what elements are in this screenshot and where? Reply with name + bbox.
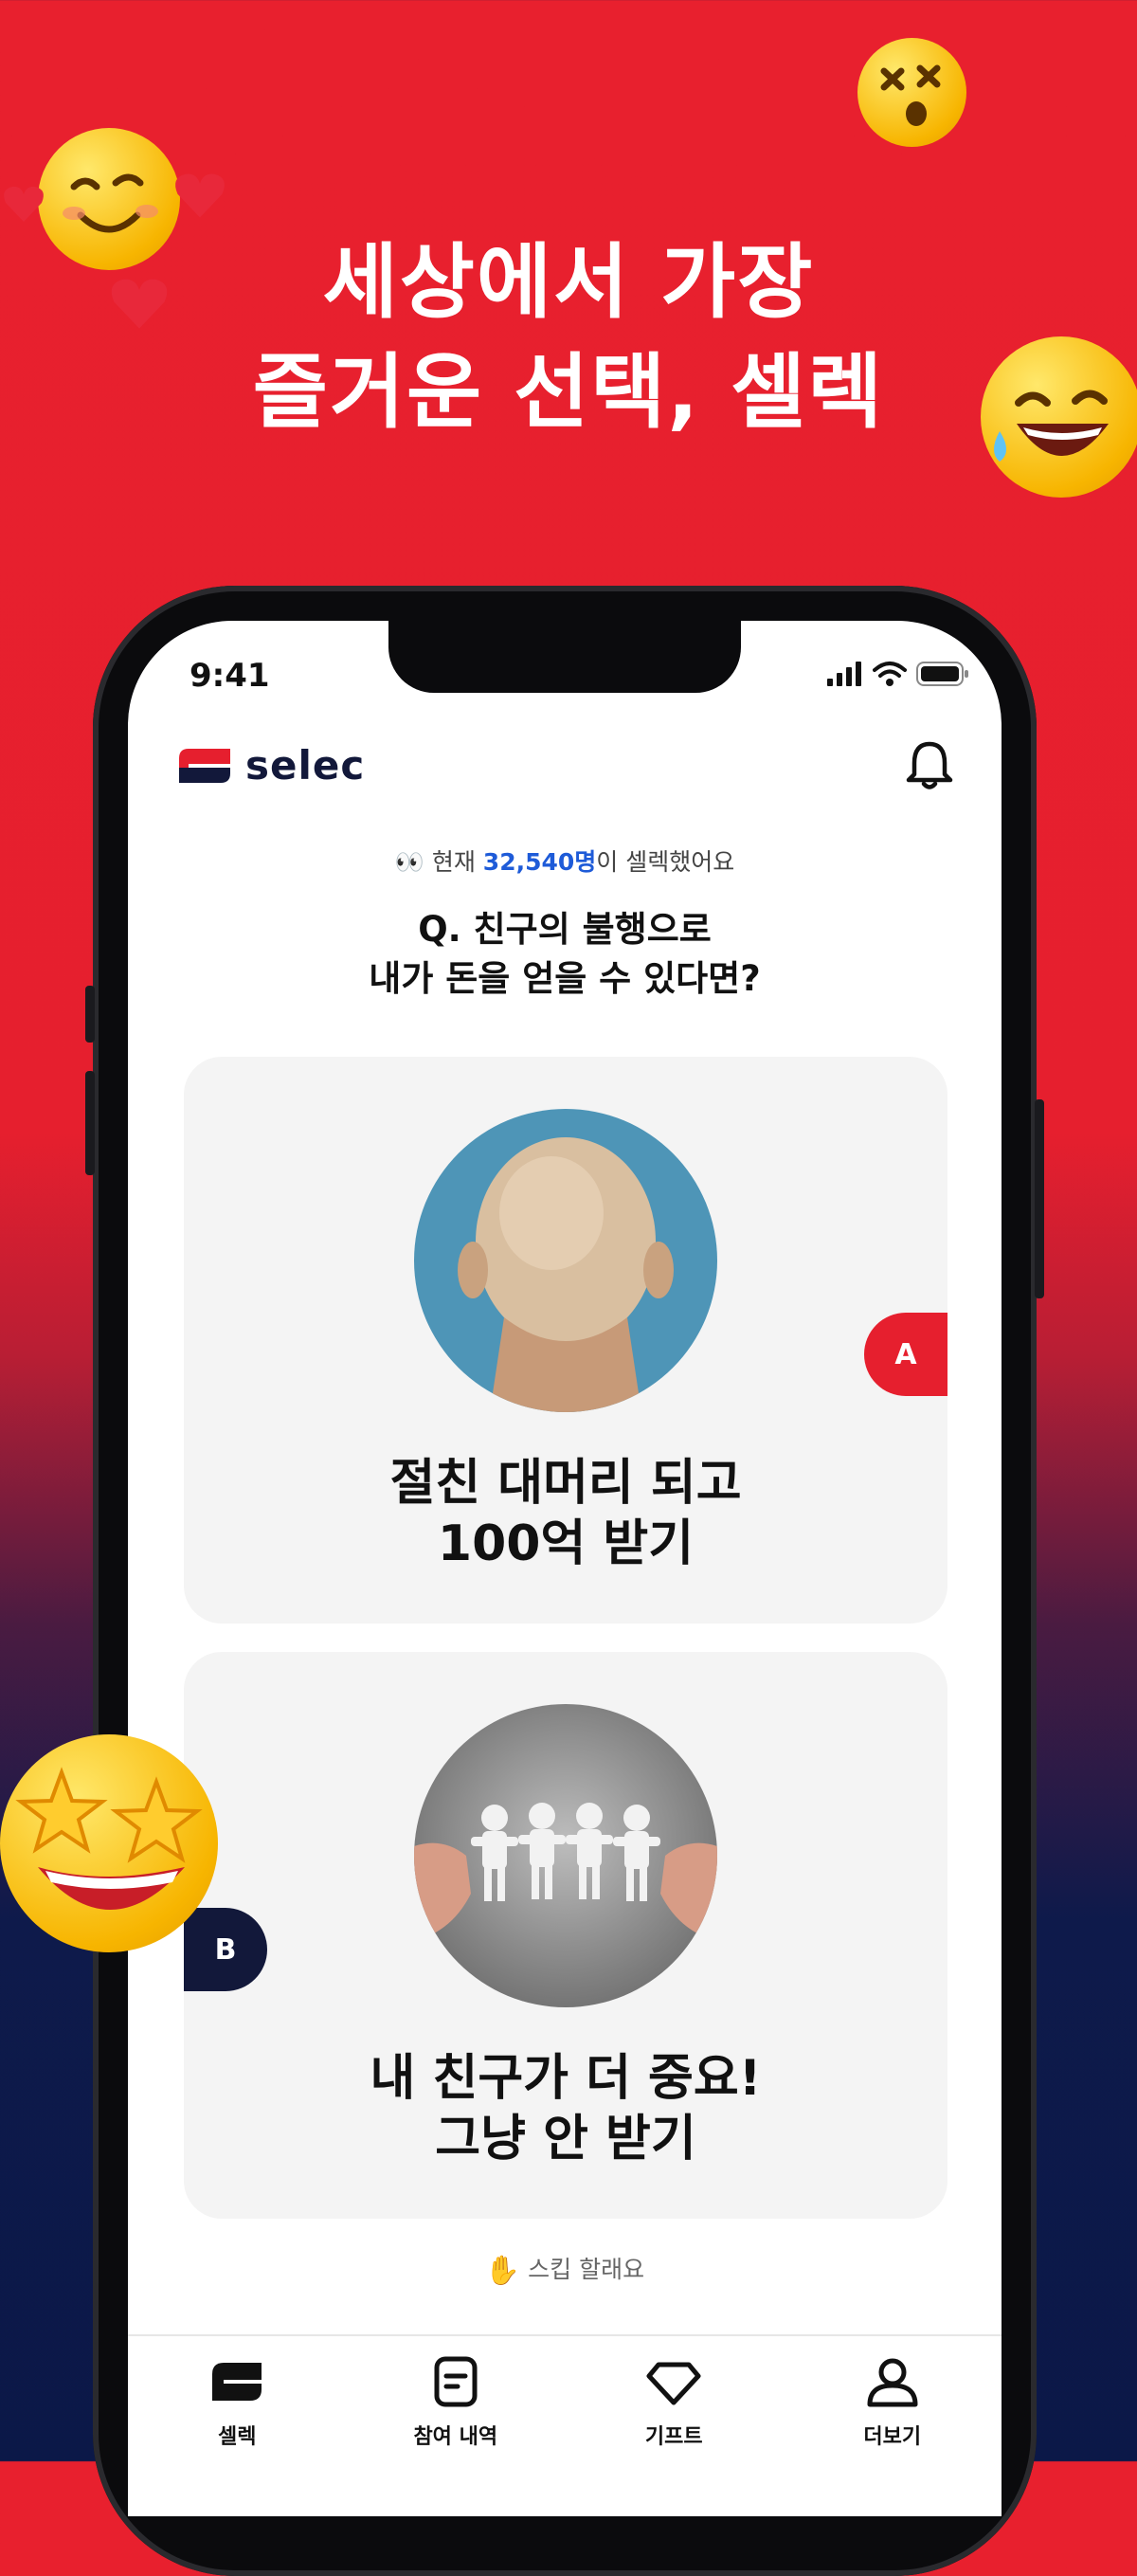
live-prefix: 👀 현재 xyxy=(394,848,483,876)
paper-people-chain-photo xyxy=(414,1704,717,2007)
hero-line-2: 즐거운 선택, 셀렉 xyxy=(252,345,885,440)
star-struck-emoji-icon xyxy=(0,1734,218,1952)
profile-icon xyxy=(867,2358,918,2407)
tab-more[interactable]: 더보기 xyxy=(784,2336,1002,2516)
live-count-number: 32,540명 xyxy=(482,848,597,876)
tab-gift-label: 기프트 xyxy=(644,2425,703,2449)
phone-side-button xyxy=(85,986,95,1043)
logo-text: selec xyxy=(245,742,366,789)
option-a-label: 절친 대머리 되고 100억 받기 xyxy=(184,1453,948,1574)
smiling-hearts-emoji-icon xyxy=(38,128,180,270)
bald-head-photo xyxy=(414,1109,717,1412)
tab-history-label: 참여 내역 xyxy=(413,2425,498,2449)
live-suffix: 이 셀렉했어요 xyxy=(596,848,735,876)
option-b-line-1: 내 친구가 더 중요! xyxy=(370,2050,762,2107)
phone-screen: 9:41 selec 👀 현재 32,540명이 셀렉했어요 Q. 친구의 불행… xyxy=(128,621,1002,2516)
heart-icon xyxy=(4,186,44,222)
app-logo[interactable]: selec xyxy=(177,742,365,789)
heart-icon xyxy=(175,173,225,218)
selec-logo-icon xyxy=(212,2363,262,2401)
tab-gift[interactable]: 기프트 xyxy=(565,2336,784,2516)
phone-power-button xyxy=(1035,1099,1044,1298)
skip-button[interactable]: ✋ 스킵 할래요 xyxy=(128,2251,1002,2288)
question-title: Q. 친구의 불행으로 내가 돈을 얻을 수 있다면? xyxy=(128,905,1002,1004)
option-a-line-2: 100억 받기 xyxy=(437,1515,695,1572)
tab-history[interactable]: 참여 내역 xyxy=(347,2336,566,2516)
selec-logo-icon xyxy=(177,747,232,785)
question-line-2: 내가 돈을 얻을 수 있다면? xyxy=(369,958,761,999)
wifi-icon xyxy=(873,662,907,686)
status-icons xyxy=(827,661,969,687)
option-b-line-2: 그냥 안 받기 xyxy=(435,2111,696,2168)
option-a-badge: A xyxy=(864,1313,948,1396)
tab-more-label: 더보기 xyxy=(863,2425,922,2449)
gift-diamond-icon xyxy=(646,2362,701,2405)
signal-icon xyxy=(827,662,861,686)
question-line-1: Q. 친구의 불행으로 xyxy=(418,909,712,950)
tab-selec-label: 셀렉 xyxy=(218,2425,257,2449)
status-time: 9:41 xyxy=(190,657,270,695)
laughing-tears-emoji-icon xyxy=(981,336,1137,498)
phone-volume-button xyxy=(85,1071,95,1175)
option-b-card[interactable]: 내 친구가 더 중요! 그냥 안 받기 B xyxy=(184,1652,948,2219)
live-participant-count: 👀 현재 32,540명이 셀렉했어요 xyxy=(128,844,1002,878)
bell-icon[interactable] xyxy=(905,738,954,791)
app-header: selec xyxy=(177,735,954,801)
heart-icon xyxy=(111,279,168,329)
option-b-label: 내 친구가 더 중요! 그냥 안 받기 xyxy=(184,2048,948,2169)
option-a-card[interactable]: 절친 대머리 되고 100억 받기 A xyxy=(184,1057,948,1624)
battery-icon xyxy=(916,662,968,686)
dizzy-face-emoji-icon xyxy=(857,38,966,147)
bottom-tab-bar: 셀렉 참여 내역 기프트 더보기 xyxy=(128,2334,1002,2516)
phone-notch xyxy=(388,621,741,693)
raised-hand-icon: ✋ xyxy=(484,2254,521,2288)
skip-label: 스킵 할래요 xyxy=(528,2256,645,2283)
option-a-line-1: 절친 대머리 되고 xyxy=(389,1455,742,1512)
tab-selec[interactable]: 셀렉 xyxy=(128,2336,347,2516)
history-icon xyxy=(434,2356,478,2407)
